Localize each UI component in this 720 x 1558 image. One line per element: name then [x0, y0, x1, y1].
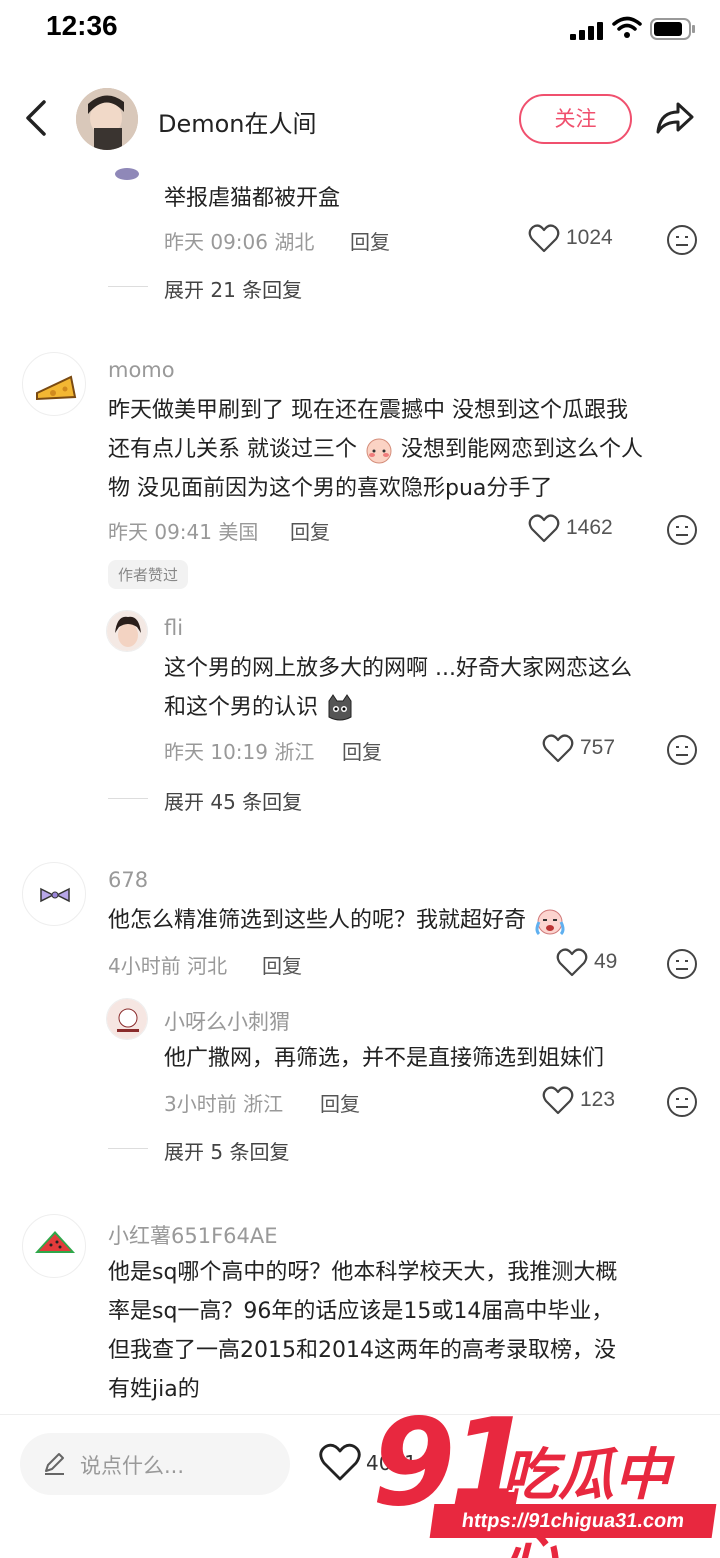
watermark: 91 吃瓜中心 https://91chigua31.com: [372, 1394, 720, 1558]
like-button[interactable]: 1462: [528, 514, 628, 546]
author-name[interactable]: Demon在人间: [158, 104, 317, 139]
like-count: 49: [594, 950, 618, 973]
expand-divider: [108, 798, 148, 799]
like-count: 1462: [566, 516, 613, 539]
like-count: 1024: [566, 226, 613, 249]
status-time: 12:36: [46, 10, 118, 41]
heart-icon: [542, 734, 574, 763]
heart-icon: [556, 948, 588, 977]
comment-text-line: 物 没见面前因为这个男的喜欢隐形pua分手了: [108, 476, 553, 501]
avatar[interactable]: [22, 1214, 86, 1278]
expand-divider: [108, 286, 148, 287]
like-count: 123: [580, 1088, 616, 1111]
back-icon[interactable]: [20, 98, 52, 138]
pen-icon: [45, 1453, 64, 1475]
dislike-face-icon[interactable]: [666, 224, 698, 256]
reply-button[interactable]: 回复: [342, 736, 382, 765]
comment-text: 他怎么精准筛选到这些人的呢？我就超好奇: [108, 902, 567, 940]
comment-input-placeholder: 说点什么...: [80, 1454, 185, 1478]
watermark-url: https://91chigua31.com: [429, 1504, 717, 1538]
avatar[interactable]: [22, 862, 86, 926]
comment-text-line: 还有点儿关系 就谈过三个 没想到能网恋到这么个人: [108, 431, 643, 469]
comment-meta: 昨天 09:41 美国: [108, 520, 259, 544]
reply-button[interactable]: 回复: [262, 950, 302, 979]
comment-text: 举报虐猫都被开盒: [164, 186, 341, 211]
comment-username[interactable]: momo: [108, 358, 175, 382]
expand-divider: [108, 1148, 148, 1149]
cat-emoji-icon: [328, 694, 352, 721]
expand-replies-button[interactable]: 展开 21 条回复: [164, 274, 302, 303]
comment-meta: 4小时前 河北: [108, 954, 228, 978]
dislike-face-icon[interactable]: [666, 1086, 698, 1118]
status-bar: 12:36: [0, 0, 720, 60]
comment-input[interactable]: 说点什么...: [20, 1433, 290, 1495]
watermark-name: 吃瓜中心: [502, 1443, 670, 1558]
dislike-face-icon[interactable]: [666, 734, 698, 766]
reply-meta: 昨天 10:19 浙江: [164, 740, 315, 764]
reply-button[interactable]: 回复: [350, 226, 390, 255]
like-button[interactable]: 123: [542, 1086, 632, 1118]
expand-replies-button[interactable]: 展开 5 条回复: [164, 1136, 289, 1165]
signal-icon: [570, 22, 604, 40]
comment-text-line: 昨天做美甲刷到了 现在还在震撼中 没想到这个瓜跟我: [108, 398, 628, 423]
like-button[interactable]: 757: [542, 734, 632, 766]
heart-icon[interactable]: [318, 1443, 362, 1483]
avatar[interactable]: [22, 352, 86, 416]
reply-username[interactable]: fli: [164, 616, 183, 640]
comment-text-line: 但我查了一高2015和2014这两年的高考录取榜，没: [108, 1338, 616, 1363]
crying-emoji-icon: [535, 909, 565, 936]
battery-icon: [650, 18, 695, 40]
comment-text-line: 率是sq一高？96年的话应该是15或14届高中毕业，: [108, 1299, 614, 1324]
author-avatar[interactable]: [76, 88, 138, 150]
comment-text-line: 他是sq哪个高中的呀？他本科学校天大，我推测大概: [108, 1260, 618, 1285]
reply-text-line: 这个男的网上放多大的网啊 ...好奇大家网恋这么: [164, 656, 632, 681]
avatar[interactable]: [106, 998, 148, 1040]
comment-text-line: 有姓jia的: [108, 1377, 200, 1402]
wifi-icon: [612, 16, 642, 38]
header: Demon在人间 关注: [0, 80, 720, 160]
comment-username[interactable]: 678: [108, 868, 148, 892]
reply-text-line: 和这个男的认识: [164, 689, 355, 727]
avatar[interactable]: [106, 150, 148, 182]
comment-username[interactable]: 小红薯651F64AE: [108, 1220, 278, 1250]
reply-button[interactable]: 回复: [290, 516, 330, 545]
heart-icon: [528, 224, 560, 253]
dislike-face-icon[interactable]: [666, 948, 698, 980]
comment-meta: 昨天 09:06 湖北: [164, 230, 315, 254]
reply-username[interactable]: 小呀么小刺猬: [164, 1006, 290, 1036]
share-icon[interactable]: [654, 98, 696, 138]
author-liked-badge: 作者赞过: [108, 560, 189, 589]
heart-icon: [528, 514, 560, 543]
like-button[interactable]: 49: [556, 948, 636, 980]
reply-text: 他广撒网，再筛选，并不是直接筛选到姐妹们: [164, 1046, 605, 1071]
like-count: 757: [580, 736, 616, 759]
dislike-face-icon[interactable]: [666, 514, 698, 546]
reply-meta: 3小时前 浙江: [164, 1092, 284, 1116]
blush-emoji-icon: [366, 438, 392, 464]
avatar[interactable]: [106, 610, 148, 652]
expand-replies-button[interactable]: 展开 45 条回复: [164, 786, 302, 815]
heart-icon: [542, 1086, 574, 1115]
reply-button[interactable]: 回复: [320, 1088, 360, 1117]
like-button[interactable]: 1024: [528, 224, 628, 256]
follow-button[interactable]: 关注: [519, 94, 632, 144]
